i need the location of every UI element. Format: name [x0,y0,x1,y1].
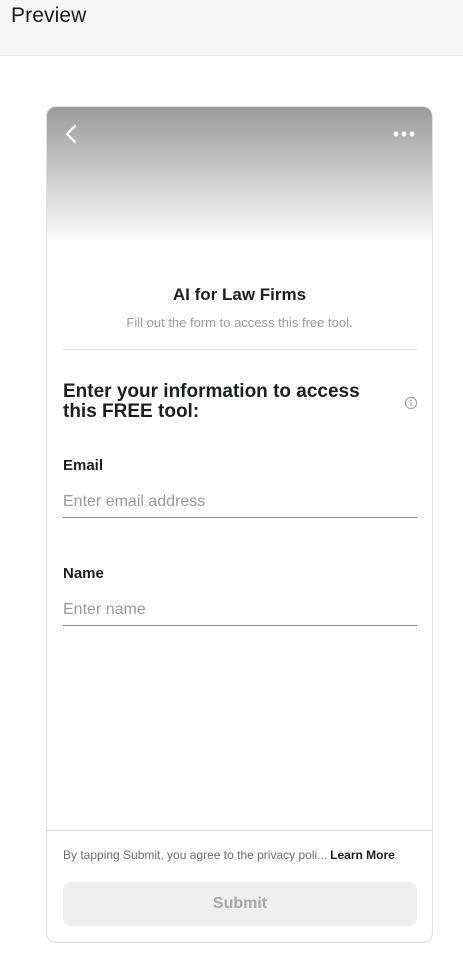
chevron-left-icon [65,124,77,144]
form-heading: Enter your information to access this FR… [63,381,360,422]
info-icon[interactable] [404,396,418,410]
page-title: Preview [11,4,87,27]
divider [63,349,417,350]
privacy-disclaimer: By tapping Submit, you agree to the priv… [63,848,417,862]
form-subtitle: Fill out the form to access this free to… [126,315,353,330]
email-label: Email [63,457,104,474]
more-options-button[interactable] [392,125,416,143]
name-label: Name [63,565,104,582]
name-field[interactable] [63,595,417,626]
form-title: AI for Law Firms [172,285,307,304]
email-field[interactable] [63,487,417,518]
disclaimer-text: By tapping Submit, you agree to the priv… [63,848,328,862]
lead-form-preview-card: AI for Law Firms Fill out the form to ac… [46,106,433,943]
learn-more-link[interactable]: Learn More [330,848,395,862]
top-bar: Preview [0,0,463,56]
card-header [47,107,432,242]
more-horizontal-icon [393,131,415,137]
back-button[interactable] [63,122,83,146]
submit-button[interactable]: Submit [63,882,417,926]
footer-divider [47,830,432,831]
